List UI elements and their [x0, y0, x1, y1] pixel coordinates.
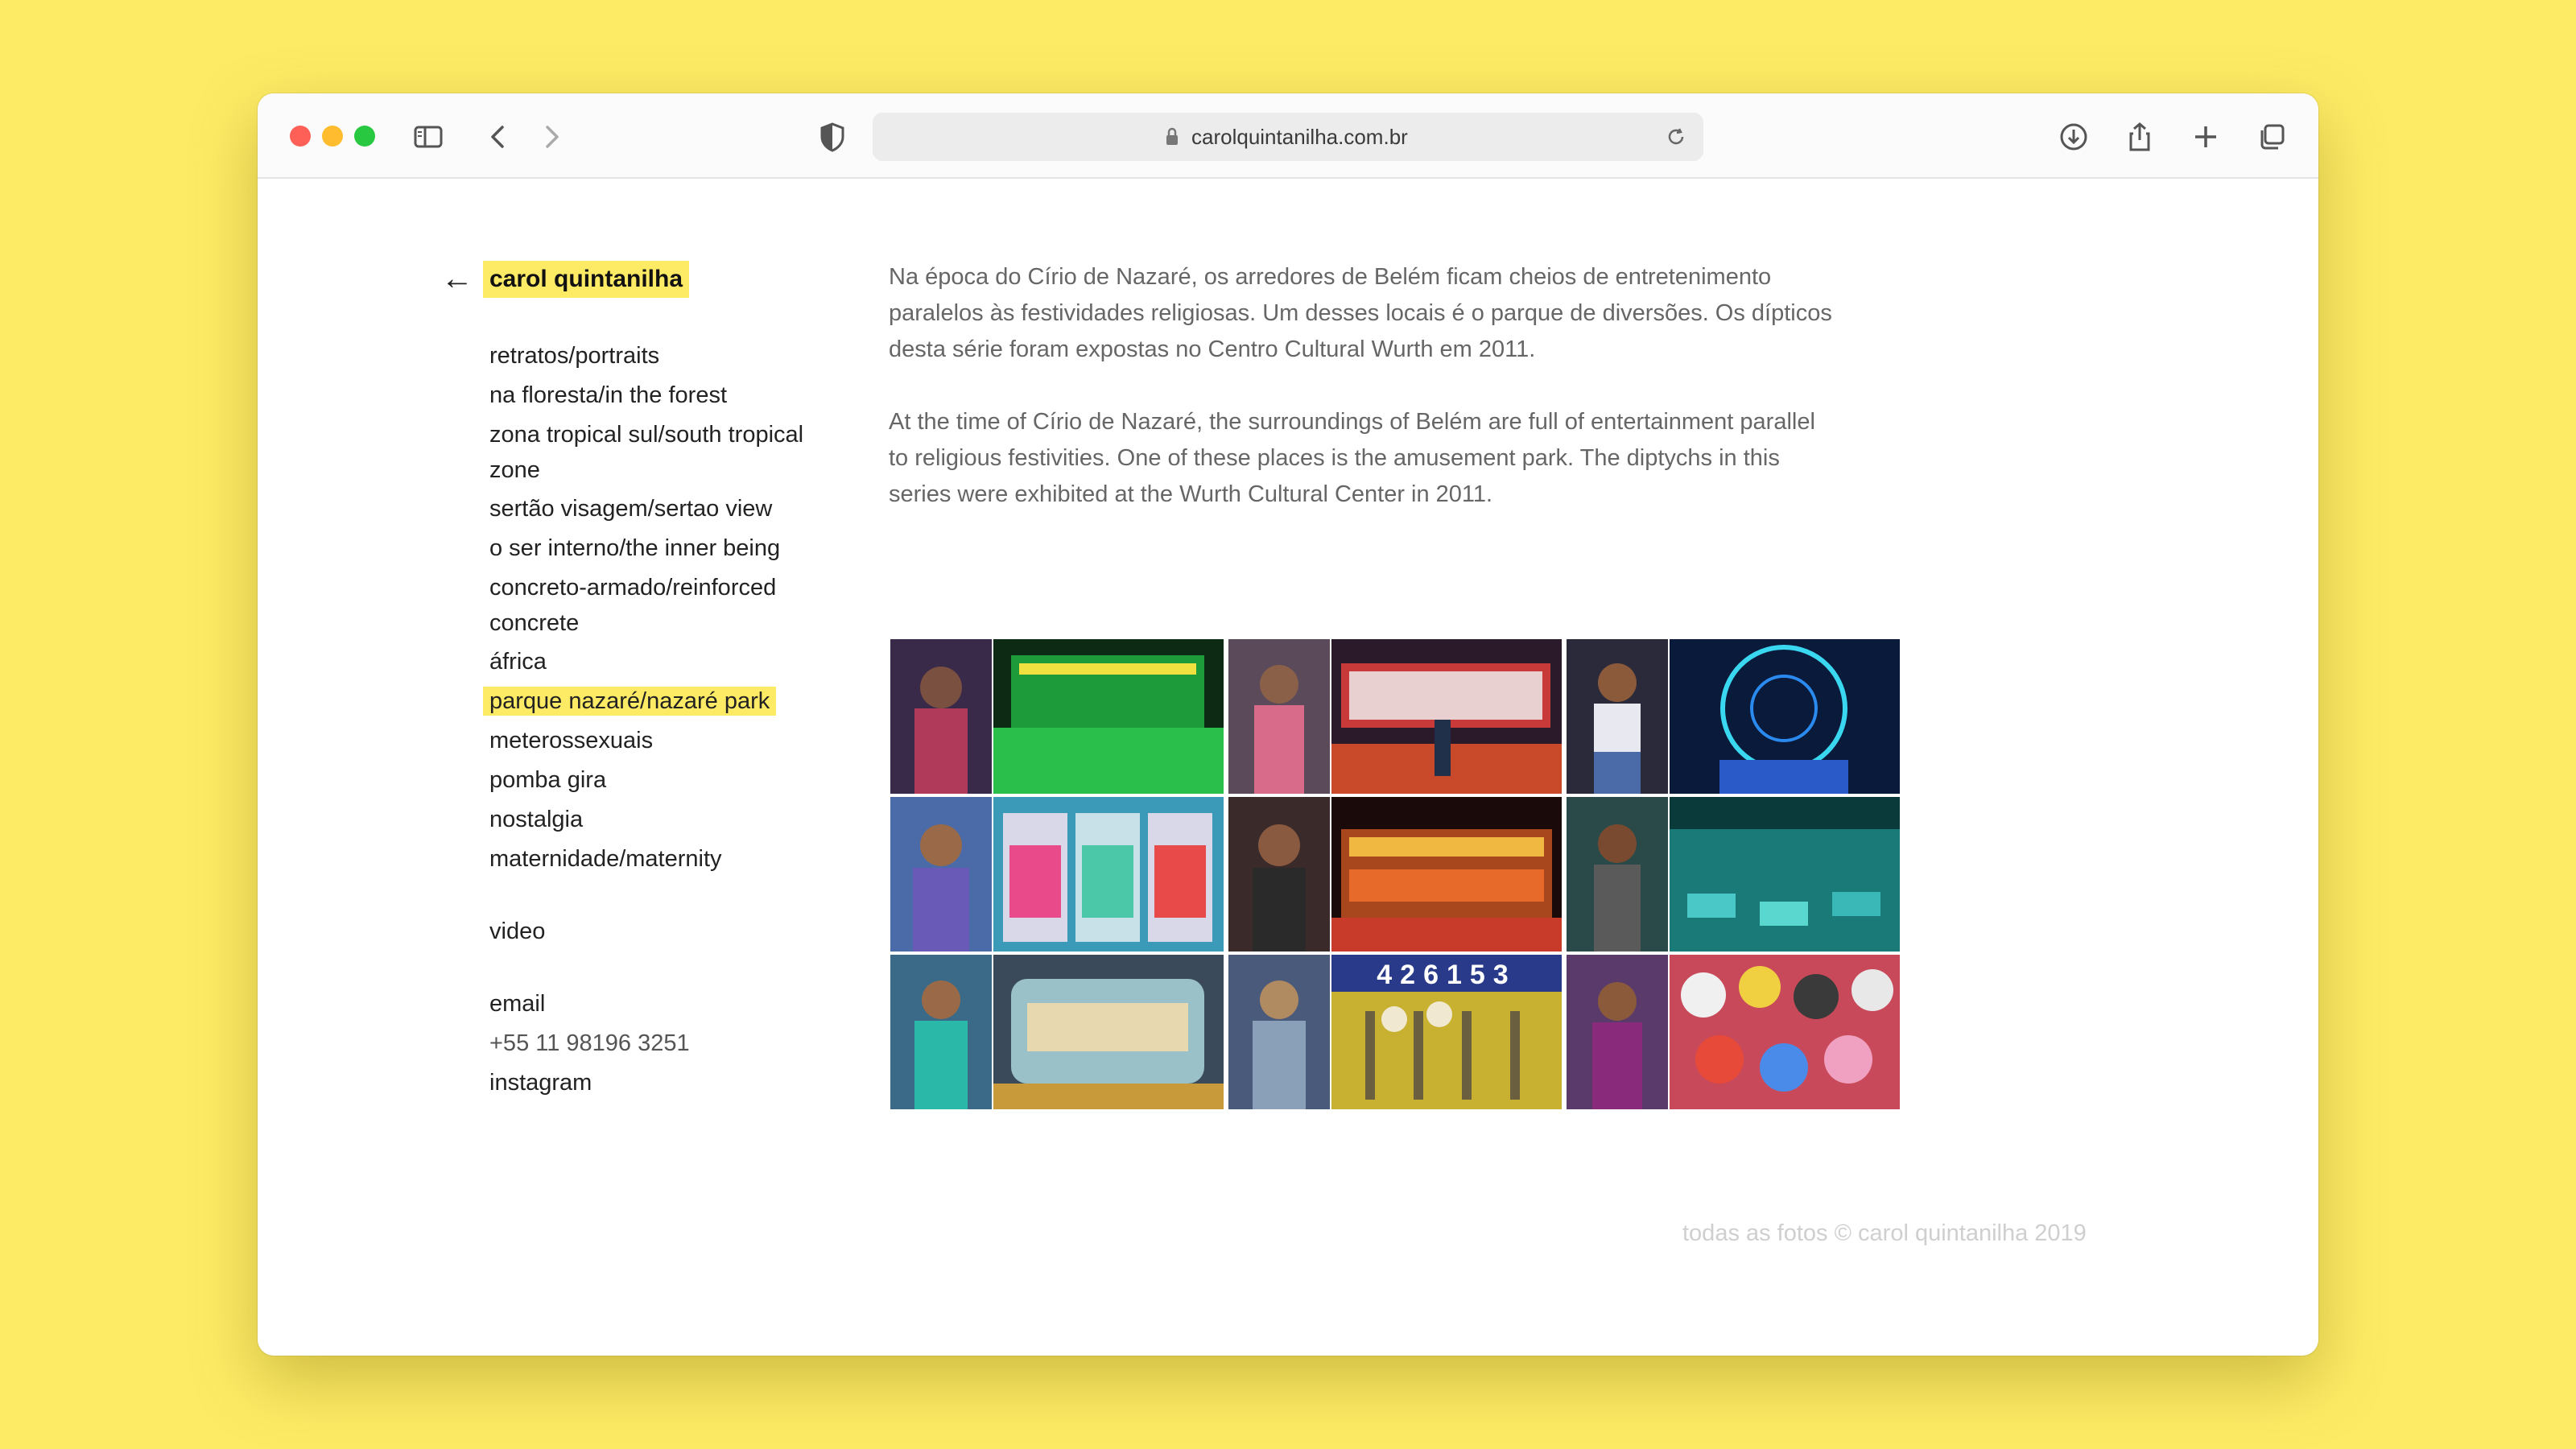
nav-item-label: maternidade/maternity: [489, 846, 722, 872]
nav-item-africa[interactable]: áfrica: [489, 644, 828, 680]
zoom-window-button[interactable]: [354, 126, 375, 147]
site-title[interactable]: carol quintanilha: [483, 261, 690, 298]
new-tab-icon[interactable]: [2186, 118, 2225, 156]
nav-item-pomba-gira[interactable]: pomba gira: [489, 762, 828, 799]
nav-item-o-ser-interno[interactable]: o ser interno/the inner being: [489, 530, 828, 567]
gallery-photo-7[interactable]: [890, 955, 1224, 1109]
close-window-button[interactable]: [290, 126, 311, 147]
nav-item-sertao[interactable]: sertão visagem/sertao view: [489, 491, 828, 527]
nav-item-label: sertão visagem/sertao view: [489, 496, 773, 522]
back-icon[interactable]: [480, 118, 518, 156]
description-portuguese: Na época do Círio de Nazaré, os arredore…: [889, 264, 1832, 362]
gallery-photo-1[interactable]: [890, 639, 1224, 794]
slot-digits: 426153: [1377, 960, 1516, 990]
forward-icon[interactable]: [531, 118, 570, 156]
page-content: ← carol quintanilha retratos/portraits n…: [258, 179, 2318, 1356]
nav-item-zona-tropical[interactable]: zona tropical sul/south tropical zone: [489, 417, 828, 488]
gallery-photo-6[interactable]: [1567, 797, 1900, 952]
nav-item-label: nostalgia: [489, 807, 584, 832]
nav-item-concreto-armado[interactable]: concreto-armado/reinforced concrete: [489, 570, 828, 641]
nav-item-label: concreto-armado/reinforced concrete: [489, 575, 777, 636]
video-link[interactable]: video: [489, 914, 828, 950]
phone-number: +55 11 98196 3251: [489, 1030, 690, 1056]
sidebar-toggle-icon[interactable]: [409, 118, 448, 156]
address-bar[interactable]: carolquintanilha.com.br: [873, 113, 1703, 161]
lock-icon: [1159, 124, 1185, 150]
nav-item-label: retratos/portraits: [489, 343, 660, 369]
reload-icon[interactable]: [1662, 122, 1690, 151]
sidebar-nav: retratos/portraits na floresta/in the fo…: [483, 338, 828, 1104]
nav-item-label: pomba gira: [489, 767, 607, 793]
nav-item-parque-nazare[interactable]: parque nazaré/nazaré park: [483, 683, 828, 720]
gallery-photo-9[interactable]: [1567, 955, 1900, 1109]
photo-gallery: 426153: [890, 639, 1901, 1109]
minimize-window-button[interactable]: [322, 126, 343, 147]
tab-overview-icon[interactable]: [2252, 118, 2291, 156]
share-icon[interactable]: [2120, 118, 2159, 156]
nav-item-label: zona tropical sul/south tropical zone: [489, 422, 804, 483]
privacy-shield-icon[interactable]: [813, 118, 852, 156]
nav-item-meterossexuais[interactable]: meterossexuais: [489, 723, 828, 759]
nav-item-maternidade[interactable]: maternidade/maternity: [489, 841, 828, 877]
nav-item-label: parque nazaré/nazaré park: [483, 687, 777, 716]
gallery-photo-5[interactable]: [1228, 797, 1562, 952]
url-text: carolquintanilha.com.br: [1191, 125, 1408, 149]
nav-item-label: na floresta/in the forest: [489, 382, 727, 408]
email-link[interactable]: email: [489, 986, 828, 1022]
browser-toolbar: carolquintanilha.com.br: [258, 93, 2318, 179]
nav-item-label: meterossexuais: [489, 728, 654, 753]
gallery-photo-2[interactable]: [1228, 639, 1562, 794]
back-arrow-link[interactable]: ←: [441, 259, 473, 298]
gallery-photo-3[interactable]: [1567, 639, 1900, 794]
description-english: At the time of Círio de Nazaré, the surr…: [889, 409, 1815, 507]
nav-item-label: o ser interno/the inner being: [489, 535, 781, 561]
gallery-photo-4[interactable]: [890, 797, 1224, 952]
gallery-photo-8[interactable]: 426153: [1228, 955, 1562, 1109]
nav-item-na-floresta[interactable]: na floresta/in the forest: [489, 378, 828, 414]
series-description: Na época do Círio de Nazaré, os arredore…: [889, 259, 1839, 549]
browser-window: carolquintanilha.com.br ← carol quintani…: [258, 93, 2318, 1356]
footer-copyright: todas as fotos © carol quintanilha 2019: [1682, 1220, 2087, 1246]
nav-item-retratos[interactable]: retratos/portraits: [489, 338, 828, 374]
instagram-link[interactable]: instagram: [489, 1065, 828, 1101]
nav-item-label: áfrica: [489, 649, 547, 675]
downloads-icon[interactable]: [2054, 118, 2093, 156]
nav-item-nostalgia[interactable]: nostalgia: [489, 802, 828, 838]
